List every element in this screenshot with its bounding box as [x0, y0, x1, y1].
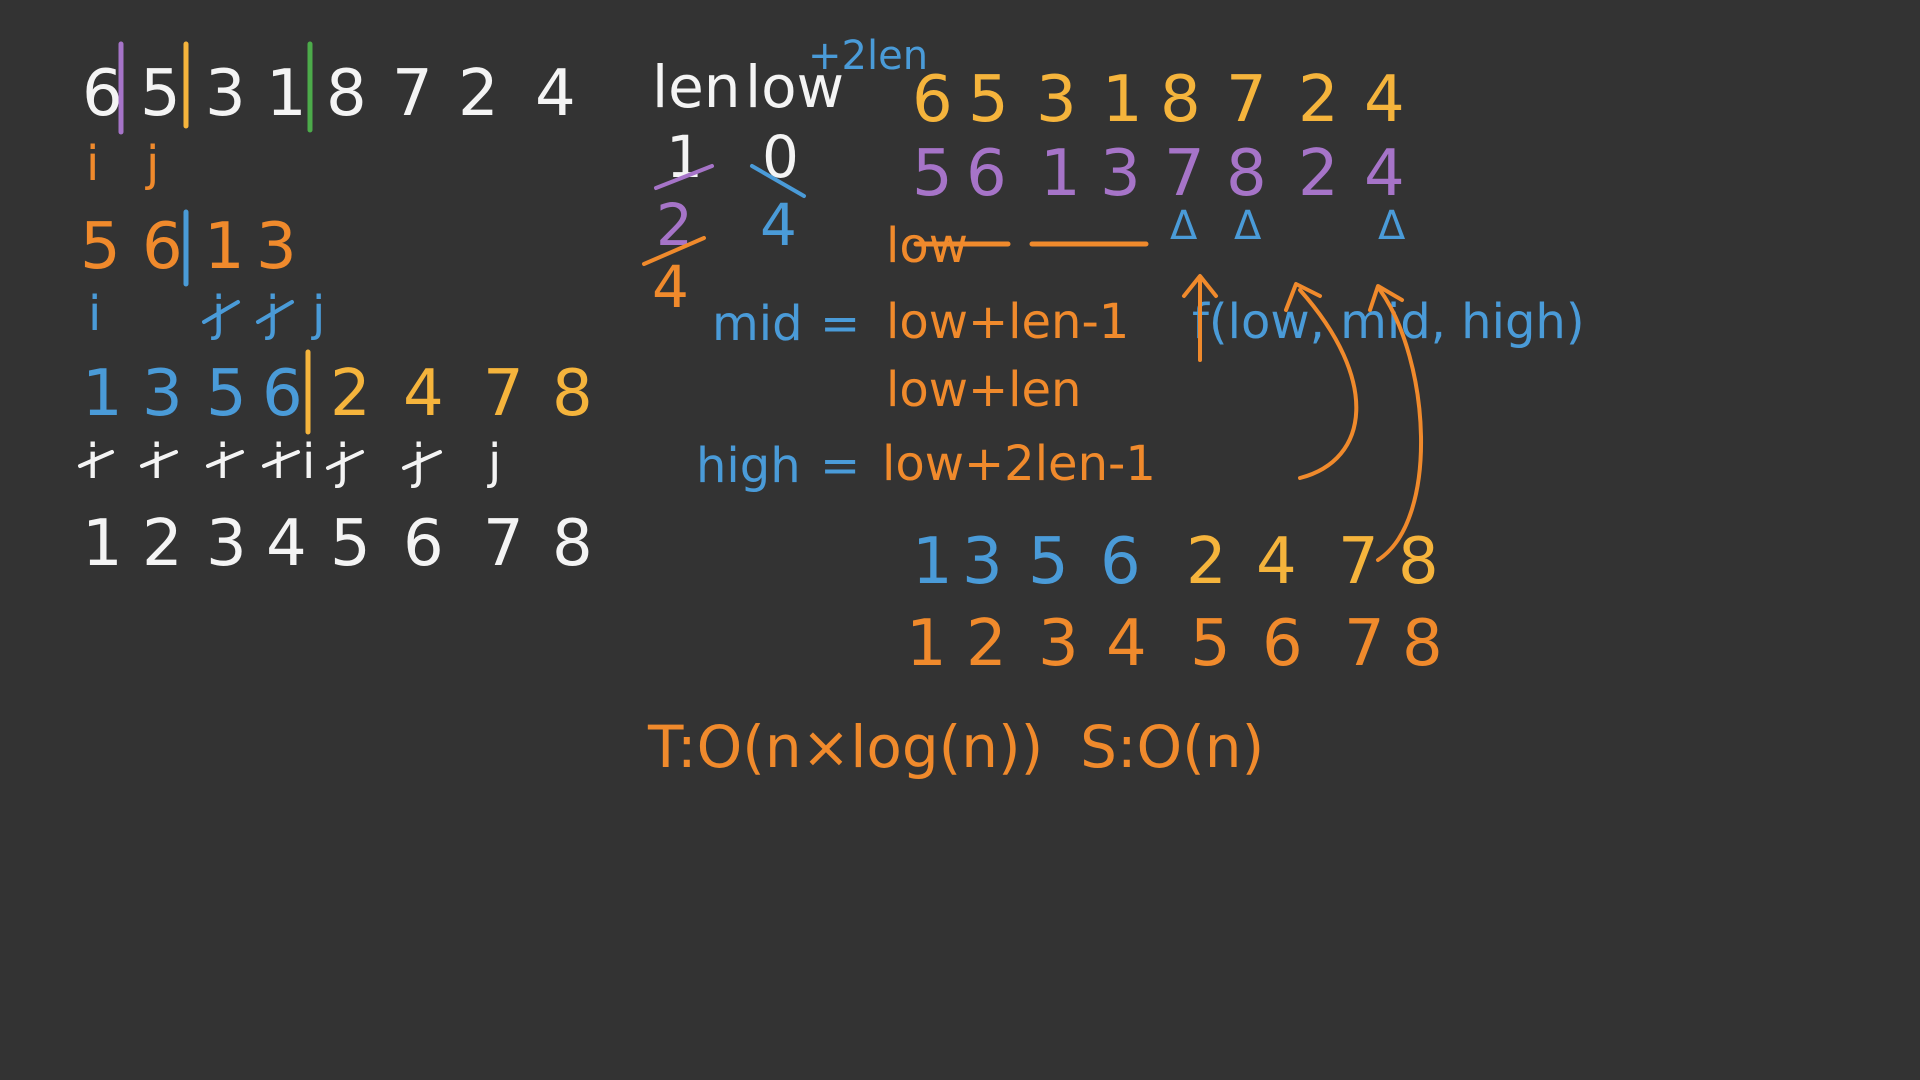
strike-mark [202, 300, 240, 324]
mid-arrow [1298, 288, 1359, 480]
high-arrow [1376, 288, 1423, 562]
strike-mark [140, 450, 178, 468]
strike-mark [750, 164, 806, 198]
strike-mark [402, 450, 442, 470]
strike-mark [326, 450, 364, 470]
strike-mark [256, 300, 294, 324]
chalkboard: 6 5 3 1 8 7 2 4 i j 5 6 1 3 i j j j 1 3 … [0, 0, 1920, 1080]
strike-mark [642, 236, 706, 266]
strike-mark [78, 450, 114, 468]
strike-mark [206, 450, 244, 468]
ink-strokes [78, 41, 1423, 562]
strike-mark [654, 164, 714, 190]
strike-mark [262, 450, 300, 468]
